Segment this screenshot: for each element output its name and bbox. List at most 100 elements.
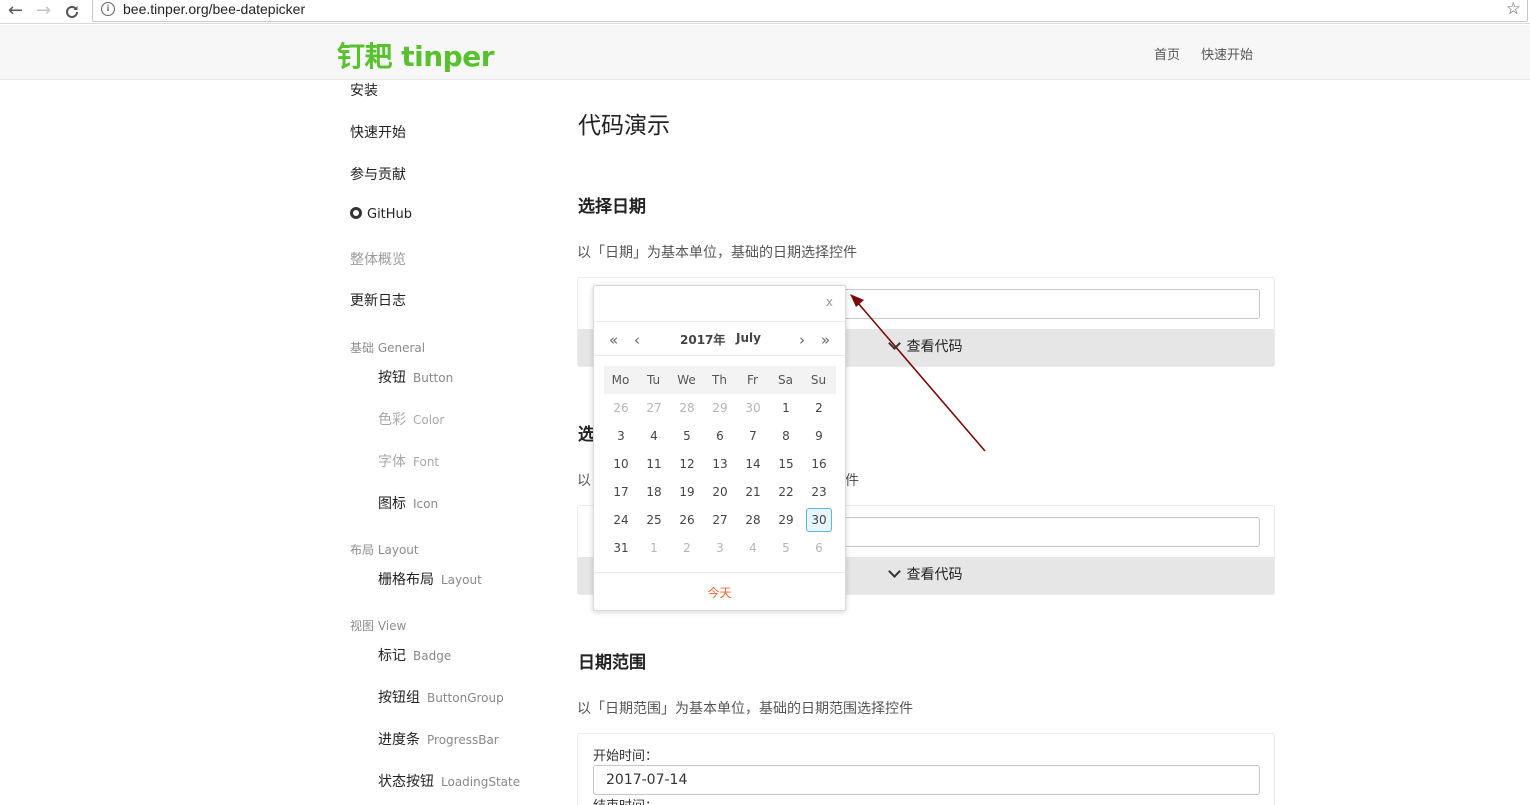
sidebar-item-progressbar[interactable]: 进度条 ProgressBar (378, 729, 499, 749)
calendar-day[interactable]: 18 (641, 480, 667, 504)
site-logo[interactable]: 钉耙 tinper (337, 40, 495, 74)
calendar-day[interactable]: 3 (707, 536, 733, 560)
sidebar-item-buttongroup[interactable]: 按钮组 ButtonGroup (378, 687, 504, 707)
sidebar-item-en: Badge (413, 649, 452, 663)
sidebar-item-contribute[interactable]: 参与贡献 (350, 164, 406, 184)
sidebar-item-quick-start[interactable]: 快速开始 (350, 122, 406, 142)
today-button[interactable]: 今天 (594, 584, 845, 601)
calendar-day[interactable]: 27 (707, 508, 733, 532)
calendar-day[interactable]: 24 (608, 508, 634, 532)
sidebar-item-loadingstate[interactable]: 状态按钮 LoadingState (378, 771, 520, 791)
calendar-day[interactable]: 25 (641, 508, 667, 532)
demo-card-range: 开始时间： 2017-07-14 结束时间： (577, 733, 1275, 805)
calendar-day[interactable]: 12 (674, 452, 700, 476)
sidebar-item-overview[interactable]: 整体概览 (350, 249, 406, 269)
divider (594, 355, 845, 356)
calendar-day[interactable]: 27 (641, 396, 667, 420)
calendar-day[interactable]: 14 (740, 452, 766, 476)
weekday-label: Sa (778, 373, 793, 387)
calendar-day[interactable]: 20 (707, 480, 733, 504)
sidebar-item-en: Font (413, 455, 440, 469)
weekday-label: Tu (646, 373, 661, 387)
sidebar-item-badge[interactable]: 标记 Badge (378, 645, 451, 665)
address-bar[interactable]: i bee.tinper.org/bee-datepicker ☆ (92, 0, 1528, 22)
calendar-day[interactable]: 15 (773, 452, 799, 476)
calendar-day[interactable]: 28 (674, 396, 700, 420)
prev-year-icon[interactable]: « (609, 331, 618, 349)
calendar-day[interactable]: 3 (608, 424, 634, 448)
sidebar-item-changelog[interactable]: 更新日志 (350, 290, 406, 310)
sidebar-item-github[interactable]: GitHub (350, 207, 412, 222)
section-desc-2-start: 以 (577, 473, 591, 489)
view-code-label: 查看代码 (906, 567, 963, 583)
calendar-day[interactable]: 5 (674, 424, 700, 448)
sidebar-item-color[interactable]: 色彩 Color (378, 409, 444, 429)
url-text[interactable]: bee.tinper.org/bee-datepicker (123, 1, 305, 17)
sidebar-item-button[interactable]: 按钮 Button (378, 367, 453, 387)
calendar-day[interactable]: 31 (608, 536, 634, 560)
sidebar-item-en: ProgressBar (427, 733, 499, 747)
section-desc-range: 以「日期范围」为基本单位，基础的日期范围选择控件 (577, 701, 913, 717)
calendar-day[interactable]: 19 (674, 480, 700, 504)
calendar-day[interactable]: 30 (740, 396, 766, 420)
calendar-day[interactable]: 2 (674, 536, 700, 560)
browser-toolbar: ← → i bee.tinper.org/bee-datepicker ☆ (0, 0, 1530, 24)
reload-icon[interactable] (64, 1, 80, 25)
chevron-down-icon (887, 337, 901, 350)
calendar-day[interactable]: 22 (773, 480, 799, 504)
calendar-day[interactable]: 5 (773, 536, 799, 560)
sidebar-item-layout[interactable]: 栅格布局 Layout (378, 569, 482, 589)
sidebar-item-en: Color (413, 413, 445, 427)
calendar-day[interactable]: 1 (641, 536, 667, 560)
calendar-day[interactable]: 17 (608, 480, 634, 504)
close-icon[interactable]: x (826, 295, 833, 309)
calendar-month-select[interactable]: July (736, 331, 761, 345)
calendar-day[interactable]: 26 (608, 396, 634, 420)
calendar-day[interactable]: 29 (773, 508, 799, 532)
start-time-input[interactable]: 2017-07-14 (593, 765, 1260, 795)
calendar-day[interactable]: 23 (806, 480, 832, 504)
bookmark-star-icon[interactable]: ☆ (1506, 0, 1521, 19)
section-title-range: 日期范围 (578, 653, 646, 673)
calendar-year-select[interactable]: 2017年 (680, 331, 725, 348)
forward-icon[interactable]: → (36, 1, 51, 21)
calendar-day[interactable]: 4 (740, 536, 766, 560)
sidebar-item-font[interactable]: 字体 Font (378, 451, 439, 471)
prev-month-icon[interactable]: ‹ (634, 331, 640, 349)
calendar-day[interactable]: 26 (674, 508, 700, 532)
calendar-day[interactable]: 2 (806, 396, 832, 420)
nav-home-link[interactable]: 首页 (1154, 44, 1180, 63)
calendar-day[interactable]: 16 (806, 452, 832, 476)
calendar-day[interactable]: 6 (806, 536, 832, 560)
sidebar-item-cn: 状态按钮 (378, 774, 434, 790)
calendar-day[interactable]: 10 (608, 452, 634, 476)
calendar-day[interactable]: 6 (707, 424, 733, 448)
section-title-date: 选择日期 (578, 197, 646, 217)
calendar-day[interactable]: 8 (773, 424, 799, 448)
nav-quick-start-link[interactable]: 快速开始 (1201, 44, 1253, 63)
info-icon[interactable]: i (101, 2, 115, 16)
end-time-label: 结束时间： (593, 795, 658, 805)
sidebar-item-install[interactable]: 安装 (350, 80, 378, 100)
sidebar-item-icon[interactable]: 图标 Icon (378, 493, 438, 513)
calendar-day[interactable]: 28 (740, 508, 766, 532)
next-month-icon[interactable]: › (799, 331, 805, 349)
sidebar-item-github-label: GitHub (367, 207, 413, 222)
calendar-day[interactable]: 9 (806, 424, 832, 448)
calendar-day[interactable]: 29 (707, 396, 733, 420)
start-time-label: 开始时间： (593, 749, 659, 764)
calendar-day[interactable]: 7 (740, 424, 766, 448)
calendar-day[interactable]: 1 (773, 396, 799, 420)
weekday-label: Mo (611, 373, 630, 387)
sidebar-group-view: 视图 View (350, 619, 407, 633)
calendar-day[interactable]: 30 (806, 508, 832, 532)
sidebar-group-layout: 布局 Layout (350, 543, 419, 557)
sidebar-group-general: 基础 General (350, 341, 426, 355)
calendar-day[interactable]: 4 (641, 424, 667, 448)
calendar-day[interactable]: 13 (707, 452, 733, 476)
calendar-day[interactable]: 11 (641, 452, 667, 476)
weekday-label: We (677, 373, 696, 387)
calendar-day[interactable]: 21 (740, 480, 766, 504)
back-icon[interactable]: ← (8, 1, 23, 21)
next-year-icon[interactable]: » (821, 331, 830, 349)
